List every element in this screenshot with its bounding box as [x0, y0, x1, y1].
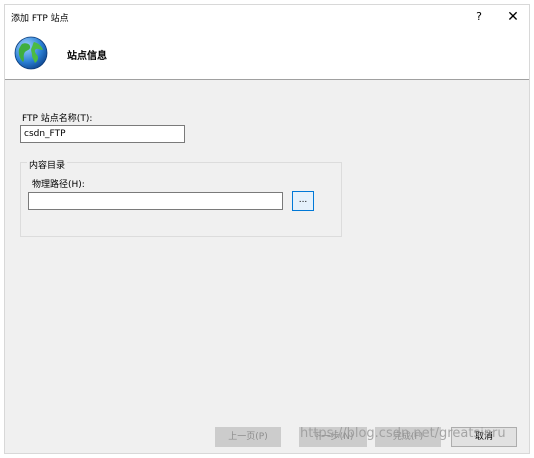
- site-name-label: FTP 站点名称(T):: [22, 114, 93, 124]
- page-title: 站点信息: [67, 51, 107, 62]
- physical-path-input[interactable]: [28, 192, 283, 210]
- browse-button[interactable]: ...: [292, 191, 314, 211]
- watermark-text: https://blog.csdn.net/greatsinru: [300, 426, 506, 441]
- globe-icon: [14, 36, 48, 70]
- site-name-input[interactable]: [20, 125, 185, 143]
- previous-button[interactable]: 上一页(P): [215, 427, 281, 447]
- help-button[interactable]: ?: [471, 9, 487, 25]
- wizard-header: 站点信息: [5, 29, 529, 80]
- title-bar: 添加 FTP 站点 ? ✕: [5, 5, 529, 29]
- window-title: 添加 FTP 站点: [11, 14, 69, 24]
- physical-path-label: 物理路径(H):: [32, 180, 85, 190]
- add-ftp-site-dialog: 添加 FTP 站点 ? ✕ 站点信息 FTP 站点名称(T): 内容目录 物理路…: [4, 4, 530, 454]
- content-directory-legend: 内容目录: [27, 158, 68, 171]
- close-button[interactable]: ✕: [505, 9, 521, 25]
